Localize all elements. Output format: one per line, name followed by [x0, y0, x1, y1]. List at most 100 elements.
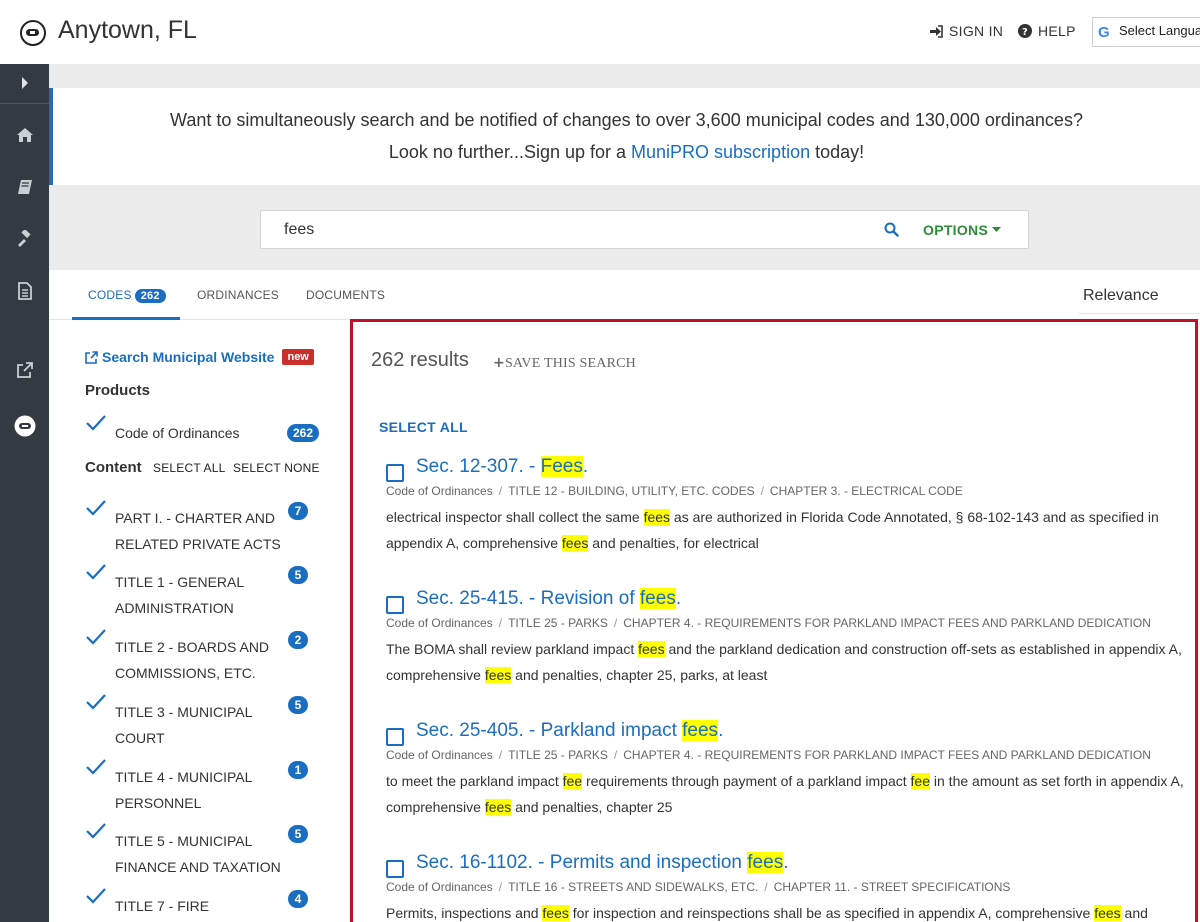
facet-label: TITLE 1 - GENERAL ADMINISTRATION	[115, 574, 245, 616]
result-count: 262 results	[371, 349, 469, 371]
result-snippet: to meet the parkland impact fee requirem…	[386, 773, 1184, 815]
help-label: HELP	[1038, 23, 1076, 39]
sort-underline	[1079, 313, 1200, 314]
google-g-icon: G	[1098, 24, 1110, 41]
results-panel: 262 results +SAVE THIS SEARCH SELECT ALL…	[350, 319, 1198, 922]
result-checkbox[interactable]	[386, 860, 404, 878]
sort-select[interactable]: Relevance	[1083, 287, 1159, 305]
tab-codes-label: CODES	[88, 288, 132, 302]
select-all-results-link[interactable]: SELECT ALL	[379, 419, 468, 435]
banner-line-1: Want to simultaneously search and be not…	[170, 110, 1083, 130]
rail-municode-button[interactable]	[0, 411, 49, 441]
facet-label: TITLE 5 - MUNICIPAL FINANCE AND TAXATION	[115, 833, 281, 875]
rail-home-button[interactable]	[0, 120, 49, 150]
select-all-content-link[interactable]: SELECT ALL	[153, 461, 226, 475]
result-breadcrumb: Code of Ordinances / TITLE 12 - BUILDING, …	[386, 484, 963, 498]
result-checkbox[interactable]	[386, 464, 404, 482]
search-term-highlight: fees	[643, 509, 671, 525]
search-term-highlight: fee	[910, 773, 930, 789]
breadcrumb-link[interactable]: CHAPTER 4. - REQUIREMENTS FOR PARKLAND I…	[623, 748, 1151, 762]
result-title-link[interactable]: Sec. 25-405. - Parkland impact fees.	[416, 720, 723, 742]
caret-down-icon	[992, 227, 1002, 232]
content-heading: Content	[85, 459, 142, 476]
language-select[interactable]: G Select Language	[1092, 17, 1200, 47]
options-label: OPTIONS	[923, 222, 989, 238]
external-link-icon	[17, 361, 33, 378]
facet-count: 5	[288, 825, 308, 843]
top-header: Anytown, FL SIGN IN ? HELP G Select Lang…	[0, 0, 1200, 64]
breadcrumb-link[interactable]: Code of Ordinances	[386, 748, 493, 762]
result-checkbox[interactable]	[386, 728, 404, 746]
result-title-link[interactable]: Sec. 16-1102. - Permits and inspection f…	[416, 852, 788, 874]
result-title-link[interactable]: Sec. 12-307. - Fees.	[416, 456, 588, 478]
promo-banner: Want to simultaneously search and be not…	[49, 88, 1200, 185]
rail-codes-button[interactable]	[0, 172, 49, 202]
facet-label: TITLE 7 - FIRE	[115, 898, 210, 914]
breadcrumb-link[interactable]: Code of Ordinances	[386, 616, 493, 630]
check-icon	[86, 694, 106, 710]
munipro-link[interactable]: MuniPRO subscription	[631, 142, 810, 162]
banner-suffix: today!	[810, 142, 865, 162]
gavel-icon	[17, 230, 31, 247]
promo-banner-area: Want to simultaneously search and be not…	[49, 64, 1200, 185]
rail-ordinances-button[interactable]	[0, 224, 49, 254]
help-icon: ?	[1018, 24, 1032, 38]
document-icon	[17, 282, 32, 300]
sign-in-link[interactable]: SIGN IN	[929, 23, 1003, 39]
check-icon	[86, 500, 106, 516]
facet-count: 5	[288, 696, 308, 714]
result-checkbox[interactable]	[386, 596, 404, 614]
breadcrumb-link[interactable]: TITLE 12 - BUILDING, UTILITY, ETC. CODES	[508, 484, 755, 498]
municode-logo-icon[interactable]	[20, 20, 46, 46]
facet-label: TITLE 2 - BOARDS AND COMMISSIONS, ETC.	[115, 639, 270, 681]
check-icon	[86, 759, 106, 775]
search-input[interactable]: fees	[284, 221, 314, 239]
save-search-button[interactable]: +SAVE THIS SEARCH	[493, 355, 636, 372]
rail-external-button[interactable]	[0, 355, 49, 385]
help-link[interactable]: ? HELP	[1018, 23, 1076, 39]
search-term-highlight: fee	[562, 773, 583, 789]
search-box[interactable]: fees OPTIONS	[260, 210, 1029, 249]
breadcrumb-link[interactable]: TITLE 16 - STREETS AND SIDEWALKS, ETC.	[508, 880, 758, 894]
tab-codes-count: 262	[134, 289, 166, 303]
municode-logo-icon	[14, 415, 35, 437]
facet-count: 2	[288, 631, 308, 649]
facet-label: PART I. - CHARTER AND RELATED PRIVATE ACT…	[115, 510, 281, 552]
new-badge: new	[282, 349, 314, 365]
breadcrumb-link[interactable]: Code of Ordinances	[386, 484, 493, 498]
breadcrumb-link[interactable]: TITLE 25 - PARKS	[508, 616, 608, 630]
breadcrumb-link[interactable]: CHAPTER 4. - REQUIREMENTS FOR PARKLAND I…	[623, 616, 1151, 630]
facet-count: 1	[288, 761, 308, 779]
check-icon	[86, 823, 106, 839]
facet-count: 5	[288, 566, 308, 584]
book-icon	[17, 180, 32, 194]
search-municipal-website-link[interactable]: Search Municipal Website new	[85, 349, 314, 365]
search-button[interactable]	[884, 222, 899, 242]
banner-line-2: Look no further...Sign up for a MuniPRO …	[53, 142, 1200, 163]
products-heading: Products	[85, 382, 151, 399]
svg-text:?: ?	[1022, 27, 1028, 38]
check-icon	[86, 629, 106, 645]
facet-label: Code of Ordinances	[115, 425, 240, 441]
language-label: Select Language	[1119, 23, 1200, 38]
breadcrumb-link[interactable]: Code of Ordinances	[386, 880, 493, 894]
tab-codes[interactable]: CODES 262	[88, 288, 166, 303]
breadcrumb-link[interactable]: CHAPTER 3. - ELECTRICAL CODE	[770, 484, 963, 498]
search-term-highlight: fees	[484, 667, 512, 683]
tab-documents[interactable]: DOCUMENTS	[306, 288, 385, 302]
facet-count: 7	[288, 502, 308, 520]
external-link-icon	[85, 350, 98, 364]
select-none-content-link[interactable]: SELECT NONE	[233, 461, 320, 475]
breadcrumb-link[interactable]: CHAPTER 11. - STREET SPECIFICATIONS	[774, 880, 1011, 894]
breadcrumb-link[interactable]: TITLE 25 - PARKS	[508, 748, 608, 762]
result-title-link[interactable]: Sec. 25-415. - Revision of fees.	[416, 588, 681, 610]
site-title[interactable]: Anytown, FL	[58, 16, 197, 45]
ext-link-label: Search Municipal Website	[102, 349, 275, 365]
tab-ordinances[interactable]: ORDINANCES	[197, 288, 279, 302]
expand-rail-button[interactable]	[0, 68, 49, 98]
facet-sidebar: Search Municipal Website new Products Co…	[49, 320, 349, 922]
rail-documents-button[interactable]	[0, 276, 49, 306]
banner-prefix: Look no further...Sign up for a	[388, 142, 632, 162]
facet-label: TITLE 3 - MUNICIPAL COURT	[115, 704, 253, 746]
options-dropdown[interactable]: OPTIONS	[923, 222, 1002, 238]
